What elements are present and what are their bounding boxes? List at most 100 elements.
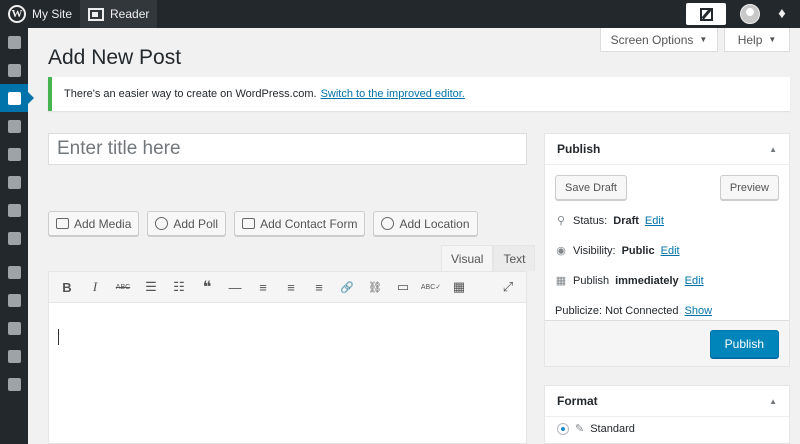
post-title-placeholder: Enter title here [57,138,181,159]
visibility-row: ◉ Visibility: Public Edit [555,236,779,266]
collapse-icon[interactable]: ▲ [769,145,777,154]
link-button[interactable]: 🔗 [333,273,361,301]
toolbar-toggle-button[interactable]: ▦ [445,273,473,301]
dashboard-icon[interactable] [0,28,28,56]
status-label: Status: [573,215,608,227]
edit-schedule-link[interactable]: Edit [685,275,704,287]
publish-box: Publish ▲ Save Draft Preview ⚲ Status: D… [544,133,790,367]
chevron-down-icon: ▼ [699,35,708,44]
write-icon [699,7,713,21]
visibility-label: Visibility: [573,245,616,257]
reader-label: Reader [110,7,150,21]
post-editor: B I ABC ☰ ☷ ❝ — ≡ ≡ ≡ 🔗 ⛓ ▭ ABC✓ ▦ ⤢ [48,271,527,444]
users-icon[interactable] [0,314,28,342]
bell-icon[interactable]: ♦ [774,6,790,22]
add-media-button[interactable]: Add Media [48,211,140,236]
chevron-down-icon: ▼ [768,35,777,44]
notice-text: There's an easier way to create on WordP… [64,88,317,100]
add-location-label: Add Location [399,216,470,231]
publish-button[interactable]: Publish [709,330,779,358]
edit-status-link[interactable]: Edit [645,215,664,227]
editor-tabs: Visual Text [441,245,536,271]
publicize-label: Publicize: Not Connected [555,305,679,317]
format-box-header[interactable]: Format ▲ [545,386,789,417]
media-buttons: Add Media Add Poll Add Contact Form Add … [48,211,478,236]
bold-button[interactable]: B [53,273,81,301]
post-title-input[interactable]: Enter title here [48,133,527,165]
format-box-title: Format [557,394,598,408]
collapse-icon[interactable]: ▲ [769,397,777,406]
edit-visibility-link[interactable]: Edit [661,245,680,257]
posts-icon[interactable] [0,84,34,112]
screen-options-button[interactable]: Screen Options ▼ [600,28,718,52]
numbered-list-button[interactable]: ☷ [165,273,193,301]
media-icon [56,218,69,229]
align-center-button[interactable]: ≡ [277,273,305,301]
media-icon[interactable] [0,112,28,140]
publish-box-title: Publish [557,142,601,156]
bulleted-list-button[interactable]: ☰ [137,273,165,301]
add-poll-button[interactable]: Add Poll [147,211,227,236]
avatar[interactable] [740,4,760,24]
switch-editor-link[interactable]: Switch to the improved editor. [321,88,465,100]
pin-icon: ✎ [575,423,585,435]
help-label: Help [737,32,763,47]
feedback-icon[interactable] [0,224,28,252]
unlink-button[interactable]: ⛓ [361,273,389,301]
calendar-icon: ▦ [555,275,567,287]
spellcheck-button[interactable]: ABC✓ [417,273,445,301]
appearance-icon[interactable] [0,258,28,286]
admin-side-menu [0,28,34,444]
strikethrough-button[interactable]: ABC [109,273,137,301]
comments-icon[interactable] [0,196,28,224]
add-media-label: Add Media [74,216,132,231]
poll-icon [155,217,169,230]
visibility-value: Public [621,245,655,257]
wordpress-logo-icon: W [8,5,26,23]
status-value: Draft [613,215,639,227]
save-draft-button[interactable]: Save Draft [555,175,627,200]
eye-icon: ◉ [556,245,566,257]
pages-icon[interactable] [0,168,28,196]
schedule-label: Publish [573,275,610,287]
preview-button[interactable]: Preview [719,175,779,200]
schedule-value: immediately [615,275,679,287]
schedule-row: ▦ Publish immediately Edit [555,266,779,296]
radio-button[interactable] [557,422,569,435]
reader-menu[interactable]: Reader [80,0,158,28]
format-box: Format ▲ ✎ Standard [544,385,790,444]
form-icon [242,218,256,229]
status-row: ⚲ Status: Draft Edit [555,206,779,236]
publicize-show-link[interactable]: Show [685,305,713,317]
italic-button[interactable]: I [81,273,109,301]
reader-icon [88,7,105,21]
write-button[interactable] [686,3,726,25]
links-icon[interactable] [0,140,28,168]
tools-icon[interactable] [0,342,28,370]
plugins-icon[interactable] [0,286,28,314]
add-contact-form-button[interactable]: Add Contact Form [234,211,366,236]
screen-options-label: Screen Options [610,32,694,47]
my-site-label: My Site [32,7,73,21]
blockquote-button[interactable]: ❝ [193,273,221,301]
my-site-menu[interactable]: W My Site [0,0,80,28]
editor-content-area[interactable] [49,303,526,443]
add-location-button[interactable]: Add Location [373,211,478,236]
store-icon[interactable] [0,56,28,84]
format-option-standard[interactable]: ✎ Standard [545,417,789,440]
format-option-label: Standard [590,422,635,435]
help-button[interactable]: Help ▼ [724,28,790,52]
fullscreen-button[interactable]: ⤢ [494,273,522,301]
settings-icon[interactable] [0,370,28,398]
align-left-button[interactable]: ≡ [249,273,277,301]
publish-box-header[interactable]: Publish ▲ [545,134,789,165]
location-icon [381,217,395,230]
horizontal-line-button[interactable]: — [221,273,249,301]
publish-actions: Publish [545,320,789,366]
page-title: Add New Post [48,46,182,69]
read-more-button[interactable]: ▭ [389,273,417,301]
align-right-button[interactable]: ≡ [305,273,333,301]
tab-text[interactable]: Text [493,245,536,271]
add-poll-label: Add Poll [173,216,219,231]
tab-visual[interactable]: Visual [441,245,494,271]
